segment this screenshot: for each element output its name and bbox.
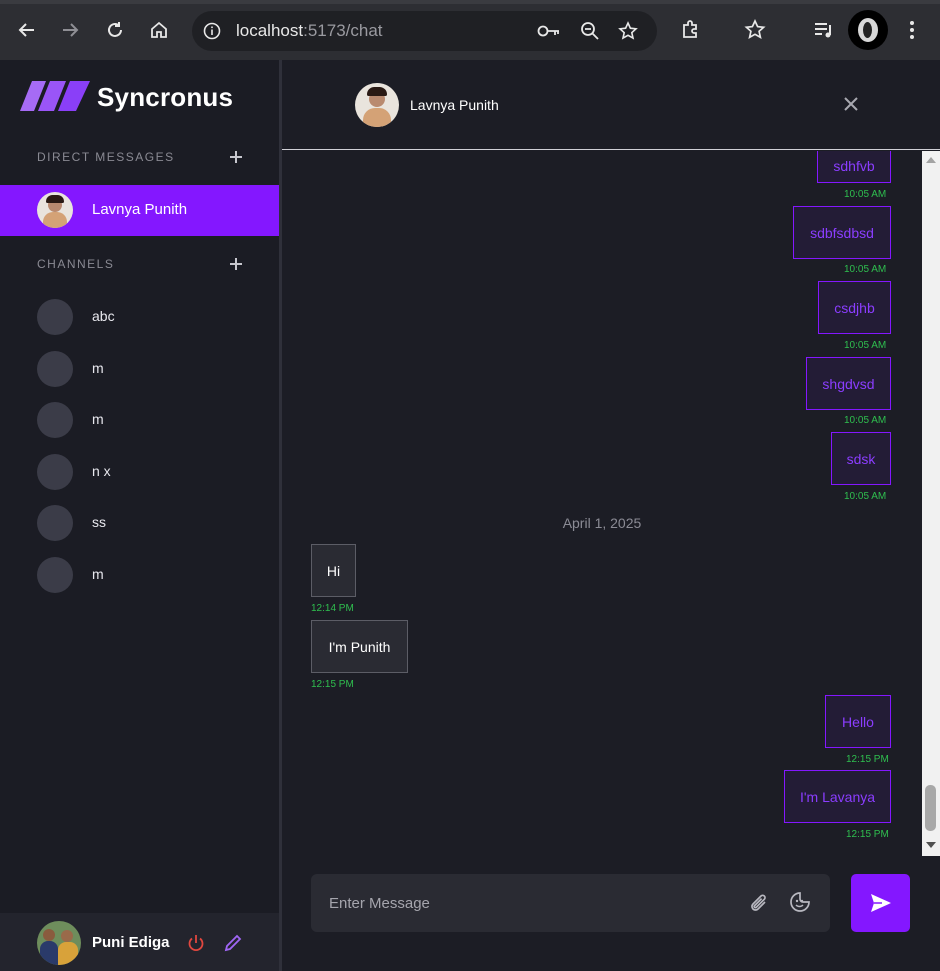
message-time: 10:05 AM <box>844 189 887 200</box>
dm-item-label: Lavnya Punith <box>92 201 188 218</box>
message-input[interactable] <box>311 874 731 932</box>
message-time: 10:05 AM <box>844 491 887 502</box>
channel-label: n x <box>92 463 111 479</box>
message-list: sdhfvb 10:05 AM sdbfsdbsd 10:05 AM csdjh… <box>282 151 922 856</box>
channel-item[interactable]: ss <box>0 501 279 545</box>
channel-item[interactable]: m <box>0 398 279 442</box>
attachment-paperclip-icon[interactable] <box>748 893 770 915</box>
media-control-button[interactable] <box>812 18 836 42</box>
close-chat-icon[interactable] <box>843 96 859 112</box>
channel-item[interactable]: m <box>0 553 279 597</box>
chat-header: Lavnya Punith <box>282 60 940 150</box>
browser-profile-avatar[interactable] <box>848 10 888 50</box>
kebab-menu-icon <box>910 21 914 39</box>
message-bubble-sent: sdbfsdbsd <box>793 206 891 259</box>
message-bubble-received: Hi <box>311 544 356 597</box>
chat-panel: Lavnya Punith sdhfvb 10:05 AM sdbfsdbsd … <box>282 60 940 971</box>
favorites-star-icon <box>744 19 766 39</box>
channel-avatar <box>37 557 73 593</box>
message-time: 12:15 PM <box>846 754 889 765</box>
message-bubble-sent: csdjhb <box>818 281 891 334</box>
back-button[interactable] <box>13 16 41 44</box>
message-bubble-sent: Hello <box>825 695 891 748</box>
scroll-down-arrow-icon[interactable] <box>925 841 937 849</box>
extensions-button[interactable] <box>679 18 703 42</box>
message-bubble-sent: I'm Lavanya <box>784 770 891 823</box>
playlist-icon <box>815 23 831 38</box>
channel-avatar <box>37 351 73 387</box>
channel-label: m <box>92 566 104 582</box>
chat-contact-avatar <box>355 83 399 127</box>
reload-icon <box>108 22 122 37</box>
message-time: 10:05 AM <box>844 264 887 275</box>
message-bubble-sent: sdsk <box>831 432 891 485</box>
sidebar: Syncronus DIRECT MESSAGES Lavnya Punith … <box>0 60 279 971</box>
zoom-icon[interactable] <box>580 21 600 41</box>
message-time: 12:15 PM <box>311 679 354 690</box>
address-bar[interactable]: localhost:5173/chat <box>192 11 657 51</box>
home-button[interactable] <box>145 16 173 44</box>
scrollbar-thumb[interactable] <box>925 785 936 831</box>
channel-label: m <box>92 411 104 427</box>
forward-arrow-icon <box>63 23 79 37</box>
channel-label: ss <box>92 514 106 530</box>
channel-avatar <box>37 299 73 335</box>
edit-profile-pencil-icon[interactable] <box>224 934 242 952</box>
emoji-sticker-icon[interactable] <box>789 891 811 913</box>
dm-item-lavnya-punith[interactable]: Lavnya Punith <box>0 185 279 236</box>
logo-icon <box>20 81 90 111</box>
user-avatar <box>37 921 81 965</box>
channel-avatar <box>37 402 73 438</box>
channel-item[interactable]: m <box>0 347 279 391</box>
app-logo <box>20 80 90 112</box>
message-bubble-sent: shgdvsd <box>806 357 891 410</box>
send-button[interactable] <box>851 874 910 932</box>
add-channel-icon[interactable] <box>229 257 243 271</box>
direct-messages-title: DIRECT MESSAGES <box>37 150 175 164</box>
channel-label: abc <box>92 308 115 324</box>
chat-contact-name: Lavnya Punith <box>410 97 499 113</box>
channel-label: m <box>92 360 104 376</box>
back-arrow-icon <box>18 23 34 37</box>
message-time: 12:14 PM <box>311 603 354 614</box>
message-time: 10:05 AM <box>844 415 887 426</box>
url-text: localhost:5173/chat <box>236 21 383 40</box>
key-icon[interactable] <box>537 22 561 40</box>
scroll-up-arrow-icon[interactable] <box>925 156 937 164</box>
site-info-icon[interactable] <box>203 22 221 40</box>
app-name: Syncronus <box>97 82 234 112</box>
message-bubble-sent: sdhfvb <box>817 151 891 183</box>
channel-item[interactable]: abc <box>0 295 279 339</box>
forward-button[interactable] <box>56 16 84 44</box>
channel-avatar <box>37 505 73 541</box>
browser-menu-button[interactable] <box>900 18 924 42</box>
channel-item[interactable]: n x <box>0 450 279 494</box>
logout-power-icon[interactable] <box>187 934 205 952</box>
tab-strip-edge <box>0 0 940 4</box>
date-separator: April 1, 2025 <box>562 515 642 531</box>
message-composer <box>311 874 830 932</box>
send-icon <box>870 894 891 912</box>
home-icon <box>151 21 167 38</box>
message-time: 10:05 AM <box>844 340 887 351</box>
puzzle-icon <box>683 20 697 38</box>
contact-avatar <box>37 192 73 228</box>
channels-title: CHANNELS <box>37 257 115 271</box>
channel-avatar <box>37 454 73 490</box>
message-scrollbar[interactable] <box>922 151 940 856</box>
message-time: 12:15 PM <box>846 829 889 840</box>
message-bubble-received: I'm Punith <box>311 620 408 673</box>
reload-button[interactable] <box>101 16 129 44</box>
bookmark-star-icon[interactable] <box>618 21 638 41</box>
browser-toolbar: localhost:5173/chat <box>0 0 940 60</box>
add-direct-message-icon[interactable] <box>229 150 243 164</box>
user-profile-bar: Puni Ediga <box>0 913 279 971</box>
favorites-button[interactable] <box>743 18 767 42</box>
user-name: Puni Ediga <box>92 934 170 951</box>
